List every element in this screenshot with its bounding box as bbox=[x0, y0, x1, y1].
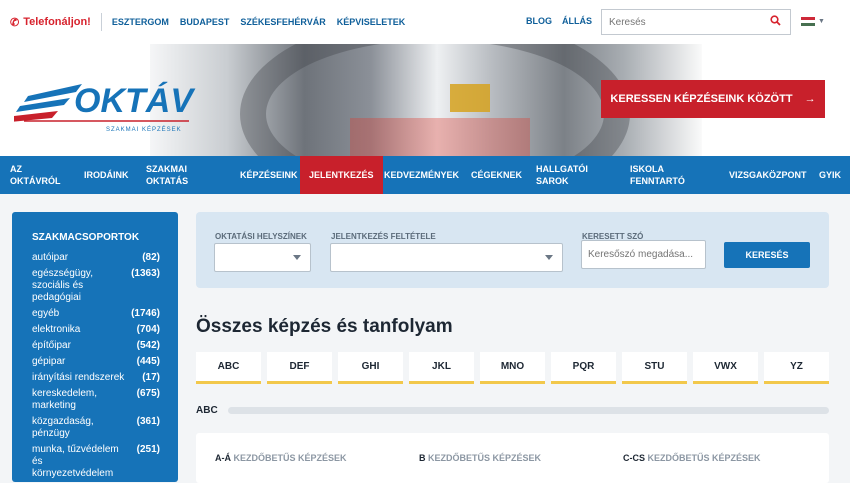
section-divider bbox=[228, 406, 829, 414]
column-title-c: C-CS KEZDŐBETŰS KÉPZÉSEK bbox=[623, 453, 761, 463]
cta-label: KERESSEN KÉPZÉSEINK KÖZÖTT bbox=[610, 93, 793, 105]
nav-item-szakmai-oktatas[interactable]: SZAKMAI OKTATÁS bbox=[146, 156, 188, 194]
allas-link[interactable]: ÁLLÁS bbox=[562, 16, 592, 26]
nav-item-vizsgakozpont[interactable]: VIZSGAKÖZPONT bbox=[729, 156, 807, 194]
column-title-a: A-Á KEZDŐBETŰS KÉPZÉSEK bbox=[215, 453, 347, 463]
nav-item-az-oktavrol[interactable]: AZ OKTÁVRÓL bbox=[10, 156, 61, 194]
nav-item-irodaink[interactable]: IRODÁINK bbox=[84, 156, 129, 194]
city-link-kepviseletek[interactable]: KÉPVISELETEK bbox=[337, 17, 406, 27]
section-label: ABC bbox=[196, 404, 218, 416]
divider bbox=[100, 13, 102, 31]
category-item[interactable]: kereskedelem, marketing (675) bbox=[32, 388, 160, 412]
nav-item-jelentkezes[interactable]: JELENTKEZÉS bbox=[300, 156, 383, 194]
tab-abc[interactable]: ABC bbox=[196, 352, 261, 384]
course-search-cta-button[interactable]: KERESSEN KÉPZÉSEINK KÖZÖTT → bbox=[601, 80, 825, 118]
tab-vwx[interactable]: VWX bbox=[693, 352, 758, 384]
city-link-szekesfehervar[interactable]: SZÉKESFEHÉRVÁR bbox=[240, 17, 325, 27]
column-title-b: B KEZDŐBETŰS KÉPZÉSEK bbox=[419, 453, 542, 463]
site-search bbox=[601, 9, 791, 35]
top-bar: ✆ Telefonáljon! ESZTERGOM BUDAPEST SZÉKE… bbox=[0, 0, 850, 44]
tab-pqr[interactable]: PQR bbox=[551, 352, 616, 384]
phone-label: Telefonáljon! bbox=[23, 16, 91, 28]
category-item[interactable]: gépipar (445) bbox=[32, 356, 160, 368]
category-sidebar: SZAKMACSOPORTOK autóipar (82) egészségügy… bbox=[12, 212, 178, 482]
page-title: Összes képzés és tanfolyam bbox=[196, 316, 453, 337]
nav-item-hallgatoi-sarok[interactable]: HALLGATÓI SAROK bbox=[536, 156, 588, 194]
hero-banner: OKTÁV SZAKMAI KÉPZÉSEK KERESSEN KÉPZÉSEI… bbox=[0, 44, 850, 156]
chevron-down-icon: ▼ bbox=[818, 18, 825, 25]
right-links: BLOG ÁLLÁS bbox=[526, 16, 592, 26]
alphabet-tabs: ABC DEF GHI JKL MNO PQR STU VWX YZ bbox=[196, 352, 829, 384]
nav-item-kedvezmenyek[interactable]: KEDVEZMÉNYEK bbox=[384, 156, 459, 194]
oktav-logo[interactable]: OKTÁV SZAKMAI KÉPZÉSEK bbox=[10, 74, 204, 134]
phone-link[interactable]: ✆ Telefonáljon! bbox=[10, 16, 91, 29]
tab-stu[interactable]: STU bbox=[622, 352, 687, 384]
category-item[interactable]: elektronika (704) bbox=[32, 324, 160, 336]
tab-jkl[interactable]: JKL bbox=[409, 352, 474, 384]
chevron-down-icon bbox=[545, 255, 553, 260]
tab-mno[interactable]: MNO bbox=[480, 352, 545, 384]
hungarian-flag-icon bbox=[801, 17, 815, 26]
sidebar-title: SZAKMACSOPORTOK bbox=[32, 232, 140, 243]
condition-select[interactable] bbox=[330, 243, 563, 272]
nav-item-iskola-fenntarto[interactable]: ISKOLA FENNTARTÓ bbox=[630, 156, 685, 194]
section-header: ABC bbox=[196, 403, 829, 417]
category-item[interactable]: építőipar (542) bbox=[32, 340, 160, 352]
logo-text: OKTÁV bbox=[74, 82, 196, 120]
nav-item-kepzeseink[interactable]: KÉPZÉSEINK bbox=[240, 156, 298, 194]
search-icon[interactable] bbox=[770, 15, 781, 29]
language-selector[interactable]: ▼ bbox=[801, 17, 825, 26]
category-item[interactable]: egészségügy, szociális és pedagógiai (136… bbox=[32, 268, 160, 304]
course-filter-panel: OKTATÁSI HELYSZÍNEK JELENTKEZÉS FELTÉTEL… bbox=[196, 212, 829, 288]
condition-label: JELENTKEZÉS FELTÉTELE bbox=[331, 232, 436, 241]
category-item[interactable]: munka, tűzvédelem és környezetvédelem (25… bbox=[32, 444, 160, 480]
city-link-budapest[interactable]: BUDAPEST bbox=[180, 17, 230, 27]
city-links: ESZTERGOM BUDAPEST SZÉKESFEHÉRVÁR KÉPVIS… bbox=[112, 17, 405, 27]
chevron-down-icon bbox=[293, 255, 301, 260]
tab-ghi[interactable]: GHI bbox=[338, 352, 403, 384]
tab-yz[interactable]: YZ bbox=[764, 352, 829, 384]
filter-search-button[interactable]: KERESÉS bbox=[724, 242, 810, 268]
location-select[interactable] bbox=[214, 243, 311, 272]
location-label: OKTATÁSI HELYSZÍNEK bbox=[215, 232, 307, 241]
city-link-esztergom[interactable]: ESZTERGOM bbox=[112, 17, 169, 27]
category-item[interactable]: közgazdaság, pénzügy (361) bbox=[32, 416, 160, 440]
arrow-right-icon: → bbox=[804, 93, 816, 105]
tab-def[interactable]: DEF bbox=[267, 352, 332, 384]
logo-subtitle: SZAKMAI KÉPZÉSEK bbox=[106, 126, 182, 133]
category-item[interactable]: autóipar (82) bbox=[32, 252, 160, 264]
main-navigation: AZ OKTÁVRÓL IRODÁINK SZAKMAI OKTATÁS KÉP… bbox=[0, 156, 850, 194]
category-item[interactable]: irányítási rendszerek (17) bbox=[32, 372, 160, 384]
search-input[interactable] bbox=[609, 16, 769, 28]
phone-icon: ✆ bbox=[10, 16, 20, 29]
course-list-card: A-Á KEZDŐBETŰS KÉPZÉSEK B KEZDŐBETŰS KÉP… bbox=[196, 433, 829, 483]
category-item[interactable]: egyéb (1746) bbox=[32, 308, 160, 320]
keyword-input[interactable] bbox=[581, 240, 706, 269]
nav-item-cegeknek[interactable]: CÉGEKNEK bbox=[471, 156, 522, 194]
blog-link[interactable]: BLOG bbox=[526, 16, 552, 26]
nav-item-gyik[interactable]: GYIK bbox=[819, 156, 841, 194]
